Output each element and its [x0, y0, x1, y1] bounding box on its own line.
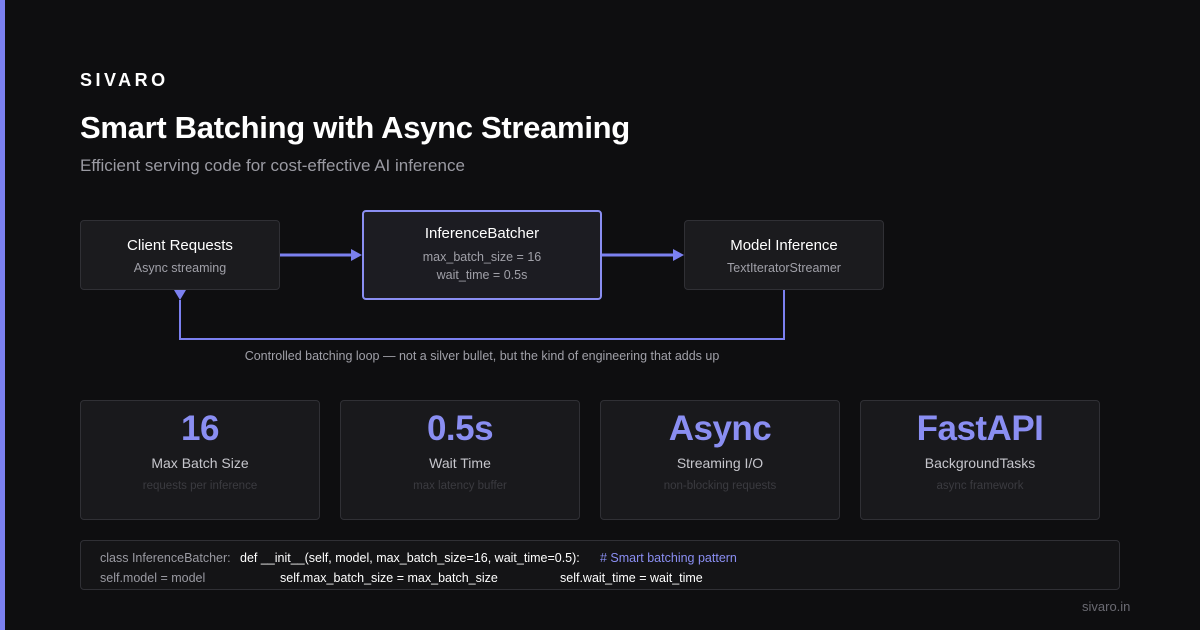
code-snippet: class InferenceBatcher: def __init__(sel…	[80, 540, 1120, 590]
stat-value: FastAPI	[916, 409, 1044, 448]
code-self-model: self.model = model	[100, 571, 206, 585]
code-comment: # Smart batching pattern	[600, 551, 737, 565]
loop-caption: Controlled batching loop — not a silver …	[244, 349, 720, 363]
stat-card-streaming: Async Streaming I/O non-blocking request…	[600, 400, 840, 520]
stat-label: Wait Time	[429, 455, 491, 471]
stat-value: Async	[668, 409, 772, 448]
inference-batcher-title: InferenceBatcher	[424, 225, 540, 242]
stat-note: async framework	[936, 480, 1024, 492]
page-title: Smart Batching with Async Streaming	[80, 110, 630, 145]
code-init-def: def __init__(self, model, max_batch_size…	[240, 551, 580, 565]
model-inference-sub: TextIteratorStreamer	[727, 261, 841, 275]
batcher-max-batch-size: max_batch_size = 16	[422, 250, 542, 264]
arrowhead-batcher-to-model	[673, 249, 684, 261]
stat-note: requests per inference	[142, 480, 258, 492]
code-self-max-batch: self.max_batch_size = max_batch_size	[280, 571, 498, 585]
model-inference-node: Model Inference TextIteratorStreamer	[684, 220, 884, 290]
code-self-wait-time: self.wait_time = wait_time	[560, 571, 703, 585]
stat-note: max latency buffer	[413, 480, 507, 492]
page-subtitle: Efficient serving code for cost-effectiv…	[80, 156, 465, 175]
stat-card-wait-time: 0.5s Wait Time max latency buffer	[340, 400, 580, 520]
brand-logo: SIVARO	[80, 70, 169, 90]
client-requests-sub: Async streaming	[133, 261, 227, 275]
stat-value: 0.5s	[426, 409, 494, 448]
batcher-wait-time: wait_time = 0.5s	[436, 268, 528, 282]
stat-value: 16	[181, 409, 219, 448]
stat-card-fastapi: FastAPI BackgroundTasks async framework	[860, 400, 1100, 520]
stat-label: BackgroundTasks	[924, 455, 1036, 471]
code-class-decl: class InferenceBatcher:	[100, 551, 231, 565]
stat-label: Max Batch Size	[151, 455, 249, 471]
model-inference-title: Model Inference	[730, 237, 838, 254]
arrowhead-client-to-batcher	[351, 249, 362, 261]
client-requests-title: Client Requests	[127, 237, 233, 254]
arrowhead-loop-to-client	[174, 290, 186, 300]
stat-card-max-batch-size: 16 Max Batch Size requests per inference	[80, 400, 320, 520]
client-requests-node: Client Requests Async streaming	[80, 220, 280, 290]
inference-batcher-node: InferenceBatcher max_batch_size = 16 wai…	[362, 210, 602, 300]
accent-bar	[0, 0, 5, 630]
footer-url: sivaro.in	[1082, 599, 1131, 614]
stat-note: non-blocking requests	[663, 480, 777, 492]
flow-connectors	[174, 249, 785, 340]
stat-label: Streaming I/O	[676, 455, 764, 471]
